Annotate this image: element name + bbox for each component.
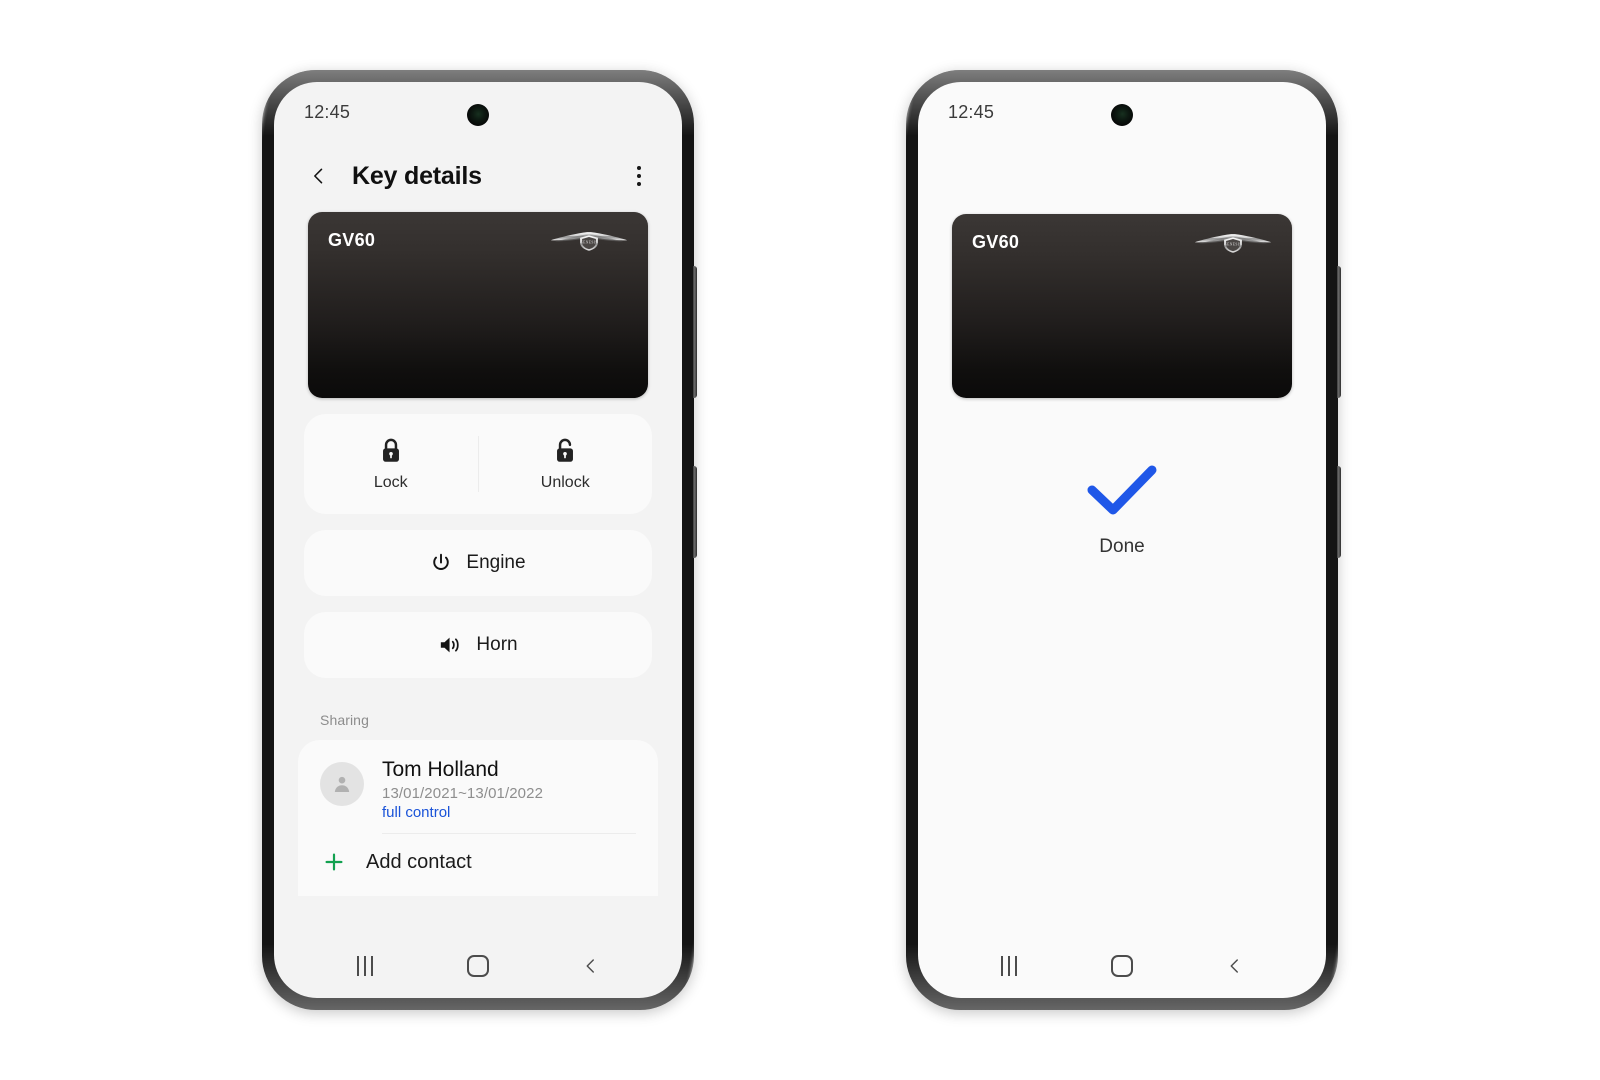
screenshot-canvas: 12:45 Key details GV60 GENESIS Lock Unlo… bbox=[0, 0, 1600, 1080]
contact-name: Tom Holland bbox=[382, 758, 499, 781]
system-back-button[interactable] bbox=[561, 944, 621, 988]
status-bar: 12:45 bbox=[274, 82, 682, 142]
front-camera-punch-hole bbox=[467, 104, 489, 126]
status-bar-clock: 12:45 bbox=[948, 101, 995, 122]
engine-button-label: Engine bbox=[466, 552, 526, 573]
lock-button-label: Lock bbox=[373, 473, 408, 491]
contact-info: Tom Holland 13/01/2021~13/01/2022 full c… bbox=[382, 758, 636, 834]
svg-text:GENESIS: GENESIS bbox=[1224, 242, 1242, 246]
digital-key-card[interactable]: GV60 GENESIS bbox=[952, 214, 1292, 398]
phone-device-right: 12:45 GV60 GENESIS Done bbox=[906, 70, 1341, 1010]
horn-button-label: Horn bbox=[476, 634, 518, 655]
plus-icon bbox=[325, 853, 343, 871]
lock-button[interactable]: Lock bbox=[304, 414, 478, 514]
unlock-button[interactable]: Unlock bbox=[479, 414, 653, 514]
sharing-section-label: Sharing bbox=[320, 712, 369, 728]
recents-button[interactable] bbox=[335, 944, 395, 988]
more-vertical-icon bbox=[637, 166, 641, 186]
overflow-menu-button[interactable] bbox=[622, 159, 656, 193]
horn-button[interactable]: Horn bbox=[304, 612, 652, 678]
lock-open-icon bbox=[557, 438, 574, 462]
key-card-container: GV60 GENESIS bbox=[918, 142, 1326, 398]
check-icon bbox=[1087, 465, 1157, 515]
back-button[interactable] bbox=[302, 159, 336, 193]
back-icon bbox=[1230, 959, 1239, 973]
svg-text:GENESIS: GENESIS bbox=[580, 240, 598, 244]
genesis-wings-logo: GENESIS bbox=[1194, 234, 1272, 253]
power-icon bbox=[433, 553, 450, 570]
chevron-left-icon bbox=[314, 168, 323, 184]
key-card-container: GV60 GENESIS bbox=[274, 210, 682, 398]
phone-screen-done: 12:45 GV60 GENESIS Done bbox=[918, 82, 1326, 998]
home-icon bbox=[466, 955, 489, 977]
power-button[interactable] bbox=[693, 466, 697, 558]
done-label: Done bbox=[1099, 536, 1145, 557]
contact-row[interactable]: Tom Holland 13/01/2021~13/01/2022 full c… bbox=[298, 740, 658, 834]
recents-button[interactable] bbox=[979, 944, 1039, 988]
app-bar: Key details bbox=[274, 142, 682, 210]
recents-icon bbox=[356, 956, 373, 976]
home-icon bbox=[1110, 955, 1133, 977]
page-title: Key details bbox=[352, 161, 482, 190]
contact-permission-link[interactable]: full control bbox=[382, 804, 636, 821]
volume-button[interactable] bbox=[693, 266, 697, 398]
lock-closed-icon bbox=[382, 438, 399, 462]
power-button[interactable] bbox=[1337, 466, 1341, 558]
engine-button[interactable]: Engine bbox=[304, 530, 652, 596]
done-result-block: Done bbox=[918, 462, 1326, 558]
phone-device-left: 12:45 Key details GV60 GENESIS Lock Unlo… bbox=[262, 70, 697, 1010]
unlock-button-label: Unlock bbox=[540, 473, 590, 491]
sharing-card: Tom Holland 13/01/2021~13/01/2022 full c… bbox=[298, 740, 658, 896]
back-icon bbox=[586, 959, 595, 973]
recents-icon bbox=[1000, 956, 1017, 976]
system-navigation-bar bbox=[918, 934, 1326, 998]
home-button[interactable] bbox=[1092, 944, 1152, 988]
status-bar: 12:45 bbox=[918, 82, 1326, 142]
volume-button[interactable] bbox=[1337, 266, 1341, 398]
home-button[interactable] bbox=[448, 944, 508, 988]
front-camera-punch-hole bbox=[1111, 104, 1133, 126]
speaker-icon bbox=[441, 637, 460, 653]
phone-screen-key-details: 12:45 Key details GV60 GENESIS Lock Unlo… bbox=[274, 82, 682, 998]
add-contact-label: Add contact bbox=[366, 850, 472, 873]
system-back-button[interactable] bbox=[1205, 944, 1265, 988]
add-contact-button[interactable]: Add contact bbox=[298, 834, 658, 896]
avatar bbox=[320, 762, 364, 806]
system-navigation-bar bbox=[274, 934, 682, 998]
genesis-wings-logo: GENESIS bbox=[550, 232, 628, 251]
person-icon bbox=[334, 776, 350, 792]
contact-share-period: 13/01/2021~13/01/2022 bbox=[382, 785, 544, 802]
status-bar-clock: 12:45 bbox=[304, 101, 351, 122]
digital-key-card[interactable]: GV60 GENESIS bbox=[308, 212, 648, 398]
actions-container: Lock Unlock Engine Horn Sharing Tom Holl… bbox=[274, 414, 682, 896]
lock-unlock-tile: Lock Unlock bbox=[304, 414, 652, 514]
